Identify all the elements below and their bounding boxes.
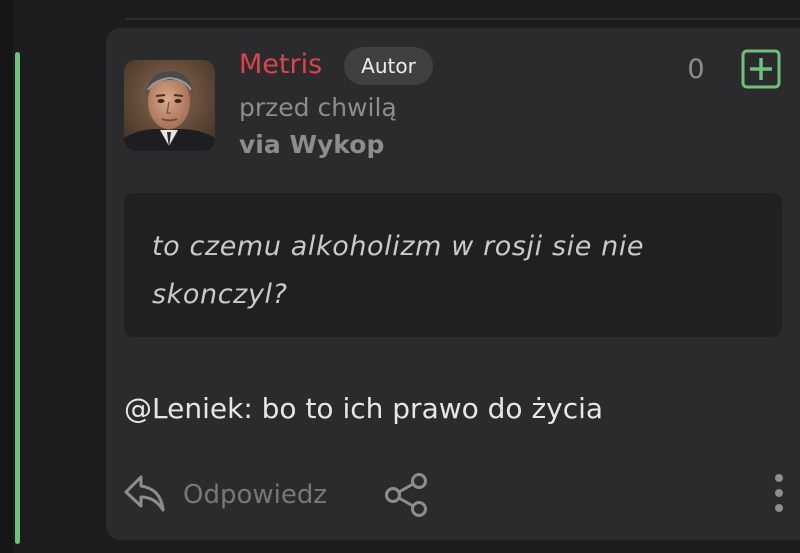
- vote-count: 0: [687, 54, 705, 85]
- source-label: via Wykop: [239, 130, 385, 159]
- more-vertical-icon: [775, 474, 783, 512]
- reply-arrow-icon: [124, 475, 165, 512]
- timestamp: przed chwilą: [239, 93, 397, 122]
- user-mention[interactable]: @Leniek: [124, 392, 243, 425]
- reply-button[interactable]: [123, 473, 167, 515]
- thread-accent-bar: [15, 52, 20, 544]
- comment-text: : bo to ich prawo do życia: [243, 392, 604, 425]
- share-button[interactable]: [383, 471, 431, 519]
- quote-text: to czemu alkoholizm w rosji sie nie skon…: [152, 231, 645, 310]
- avatar-image: [124, 60, 215, 151]
- share-icon: [385, 473, 427, 517]
- more-options-button[interactable]: [769, 472, 789, 516]
- upvote-button[interactable]: [741, 49, 781, 89]
- plus-square-icon: [741, 49, 781, 89]
- reply-label[interactable]: Odpowiedz: [183, 477, 327, 513]
- author-badge: Autor: [344, 47, 433, 85]
- left-rail: [0, 0, 13, 553]
- comment-body: @Leniek: bo to ich prawo do życia: [124, 389, 603, 429]
- divider: [125, 18, 800, 20]
- avatar[interactable]: [124, 60, 215, 151]
- quoted-comment: to czemu alkoholizm w rosji sie nie skon…: [124, 193, 782, 337]
- author-name[interactable]: Metris: [239, 47, 322, 83]
